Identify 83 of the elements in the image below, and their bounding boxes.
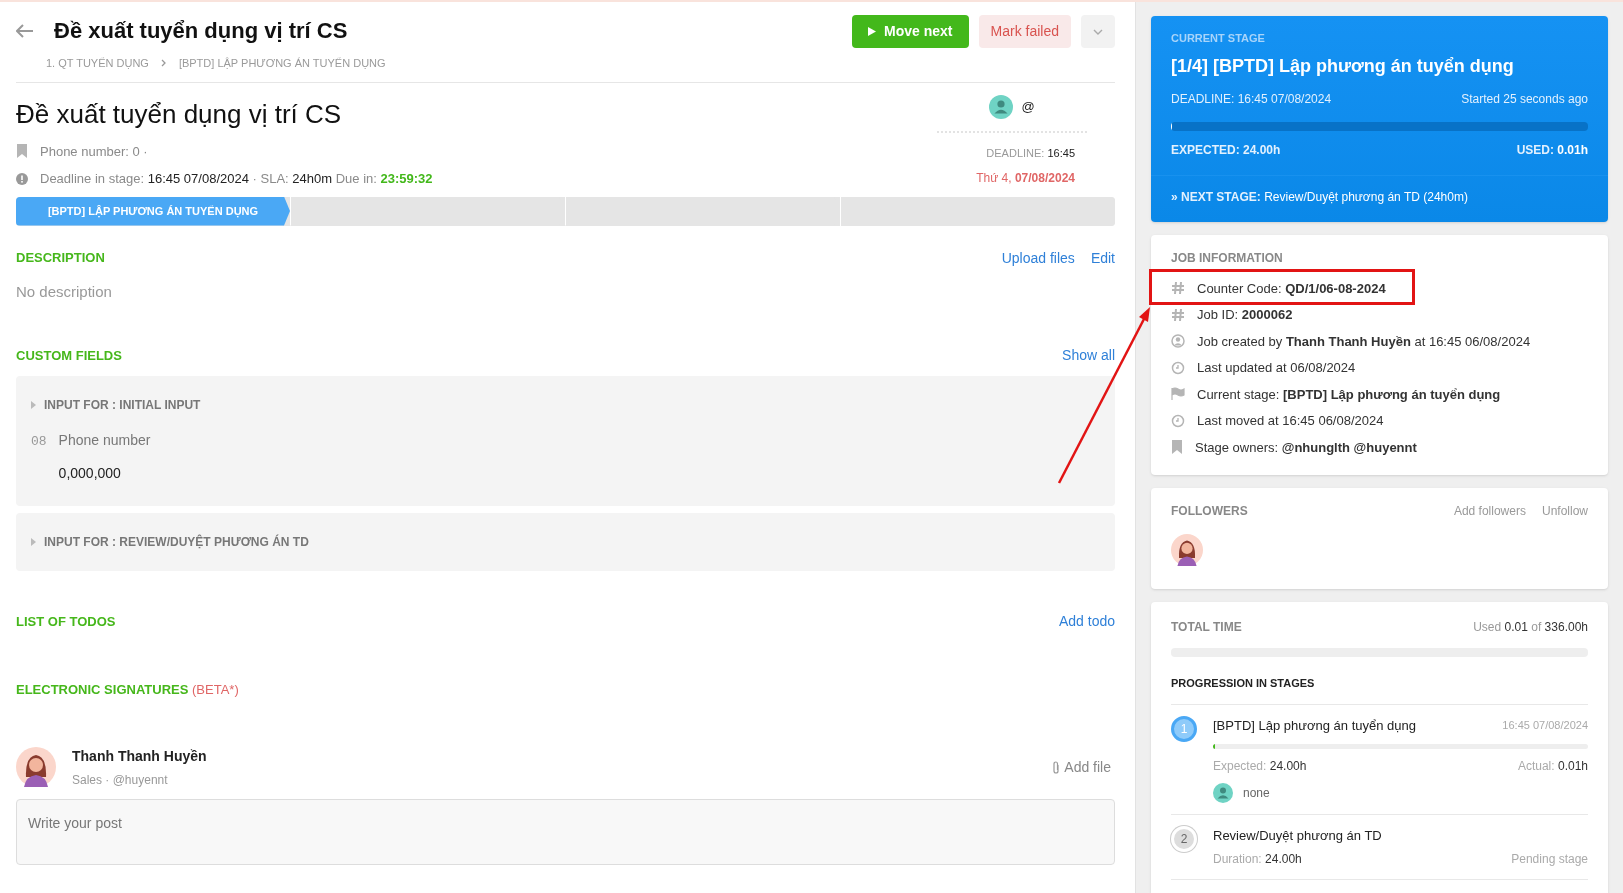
play-icon xyxy=(868,27,877,36)
bookmark-icon xyxy=(1171,440,1183,455)
step-number: 2 xyxy=(1171,826,1197,852)
actual-time: Actual: 0.01h xyxy=(1517,758,1588,775)
hash-icon xyxy=(1171,307,1185,322)
info-text: Last moved at 16:45 06/08/2024 xyxy=(1197,412,1384,430)
stage-name: Review/Duyệt phương án TD xyxy=(1213,827,1382,845)
hash-icon xyxy=(1171,281,1185,296)
card-heading: TOTAL TIME xyxy=(1171,619,1242,636)
user-avatar xyxy=(1213,783,1233,803)
clock-icon xyxy=(1171,360,1185,375)
expected-time: EXPECTED: 24.00h xyxy=(1171,141,1281,159)
link[interactable]: Add todo xyxy=(1058,611,1115,632)
caret-right-icon xyxy=(31,401,36,409)
flag-icon xyxy=(1171,387,1185,402)
paperclip-icon xyxy=(1052,760,1061,774)
step-number: 1 xyxy=(1171,715,1197,742)
mark-failed-button[interactable]: Mark failed xyxy=(978,15,1071,48)
link[interactable]: Show all xyxy=(1062,345,1115,366)
stage-time: 16:45 07/08/2024 xyxy=(1502,718,1588,733)
move-next-button[interactable]: Move next xyxy=(852,15,969,48)
section-heading: LIST OF TODOS xyxy=(16,612,116,631)
owner-handle: @ xyxy=(1021,97,1035,116)
stage-name: [BPTD] Lập phương án tuyển dụng xyxy=(1213,716,1416,735)
progression-heading: PROGRESSION IN STAGES xyxy=(1171,675,1588,705)
info-text: Job ID: 2000062 xyxy=(1197,306,1293,324)
link[interactable]: Edit xyxy=(1090,247,1115,269)
caret-right-icon xyxy=(31,538,36,546)
chevron-icon xyxy=(160,59,167,68)
card-heading: JOB INFORMATION xyxy=(1171,249,1284,267)
back-arrow-icon[interactable] xyxy=(16,23,34,38)
stage-step[interactable]: [BPTD] LẬP PHƯƠNG ÁN TUYỂN DỤNG xyxy=(16,196,290,226)
chevron-down-icon xyxy=(1093,28,1103,35)
stage-title: [1/4] [BPTD] Lập phương án tuyển dụng xyxy=(1171,54,1515,78)
deadline-date: Thứ 4, 07/08/2024 xyxy=(975,170,1076,187)
group-toggle[interactable]: INPUT FOR : REVIEW/DUYỆT PHƯƠNG ÁN TD xyxy=(31,533,1100,551)
follower-avatar xyxy=(1171,534,1203,566)
owner-name: none xyxy=(1243,785,1270,802)
group-toggle[interactable]: INPUT FOR : INITIAL INPUT xyxy=(31,396,1100,414)
breadcrumb-link[interactable]: 1. QT TUYỂN DỤNG xyxy=(46,55,149,72)
expected-time: Expected: 24.00h xyxy=(1213,758,1307,775)
field-value: 0,000,000 xyxy=(58,464,122,483)
stage-started: Started 25 seconds ago xyxy=(1461,90,1588,108)
deadline-time: DEADLINE: 16:45 xyxy=(985,145,1076,161)
bookmark-icon xyxy=(16,144,28,159)
card-heading: FOLLOWERS xyxy=(1171,503,1248,520)
link[interactable]: Add followers xyxy=(1453,502,1526,520)
total-used: Used 0.01 of 336.00h xyxy=(1473,619,1588,636)
post-input[interactable]: Write your post xyxy=(16,798,1115,865)
breadcrumb-link[interactable]: [BPTD] LẬP PHƯƠNG ÁN TUYỂN DỤNG xyxy=(178,55,386,72)
info-text: Last updated at 06/08/2024 xyxy=(1197,359,1356,377)
stage-step[interactable] xyxy=(840,196,1115,226)
description-text: No description xyxy=(16,281,113,302)
user-avatar xyxy=(989,94,1014,119)
dropdown-button[interactable] xyxy=(1081,15,1115,48)
link[interactable]: Unfollow xyxy=(1541,502,1588,520)
section-heading: CUSTOM FIELDS xyxy=(16,346,122,365)
deadline-info: Deadline in stage: 16:45 07/08/2024 · SLA: 24h0m Due in: 23:59:32 xyxy=(40,170,433,188)
next-stage-info: » NEXT STAGE: Review/Duyệt phương án TD (24h0m) xyxy=(1151,174,1608,222)
section-heading: ELECTRONIC SIGNATURES (BETA*) xyxy=(16,681,240,699)
used-time: USED: 0.01h xyxy=(1516,141,1588,159)
info-text: Current stage: [BPTD] Lập phương án tuyển dụng xyxy=(1197,385,1501,404)
user-icon xyxy=(1171,334,1185,349)
card-label: CURRENT STAGE xyxy=(1171,31,1266,46)
info-text: Counter Code: QD/1/06-08-2024 xyxy=(1197,279,1386,298)
job-title: Đề xuất tuyển dụng vị trí CS xyxy=(16,97,343,131)
user-avatar xyxy=(16,747,56,787)
section-heading: DESCRIPTION xyxy=(16,249,105,268)
duration-time: Duration: 24.00h xyxy=(1213,850,1302,868)
stage-status: Pending stage xyxy=(1511,850,1588,868)
info-text: Stage owners: @nhunglth @huyennt xyxy=(1195,438,1417,457)
link[interactable]: Upload files xyxy=(1001,247,1075,269)
info-text: Job created by Thanh Thanh Huyền at 16:45 06/08/2024 xyxy=(1197,332,1531,351)
author-name: Thanh Thanh Huyền xyxy=(72,746,207,766)
page-title: Đề xuất tuyển dụng vị trí CS xyxy=(54,17,348,45)
clock-icon xyxy=(1171,413,1185,428)
field-label: Phone number xyxy=(58,431,151,450)
phone-number-info: Phone number: 0 · xyxy=(40,142,148,161)
add-file-link[interactable]: Add file xyxy=(1052,756,1111,778)
alert-icon xyxy=(16,172,28,185)
author-subtitle: Sales · @huyennt xyxy=(72,771,169,789)
stage-deadline: DEADLINE: 16:45 07/08/2024 xyxy=(1171,90,1332,108)
field-type-icon: 08 xyxy=(31,432,47,484)
